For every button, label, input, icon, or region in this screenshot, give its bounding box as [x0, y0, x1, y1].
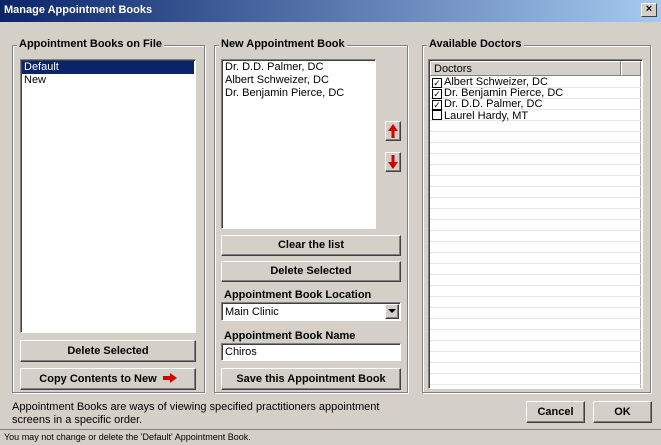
- table-row: [430, 253, 641, 264]
- ok-label: OK: [614, 406, 631, 418]
- new-book-doctors-list[interactable]: Dr. D.D. Palmer, DC Albert Schweizer, DC D…: [221, 59, 376, 229]
- name-label: Appointment Book Name: [224, 330, 356, 342]
- clear-list-label: Clear the list: [277, 239, 345, 251]
- footer-description: Appointment Books are ways of viewing sp…: [12, 401, 380, 426]
- window-title: Manage Appointment Books: [4, 4, 153, 16]
- table-row: [430, 176, 641, 187]
- doctor-name: Dr. D.D. Palmer, DC: [444, 98, 543, 110]
- table-row: [430, 187, 641, 198]
- delete-selected-button[interactable]: Delete Selected: [221, 261, 401, 282]
- list-item[interactable]: New: [22, 74, 194, 87]
- table-row: [430, 143, 641, 154]
- table-row: [430, 319, 641, 330]
- table-row: [430, 374, 641, 385]
- cancel-label: Cancel: [537, 406, 574, 418]
- doctor-checkbox[interactable]: ✓: [432, 100, 442, 110]
- delete-book-button[interactable]: Delete Selected: [20, 340, 196, 362]
- doctors-column-header[interactable]: Doctors: [430, 61, 621, 76]
- close-icon: ×: [645, 3, 653, 15]
- list-item[interactable]: Dr. Benjamin Pierce, DC: [223, 87, 374, 100]
- table-row: [430, 231, 641, 242]
- delete-book-label: Delete Selected: [67, 345, 149, 357]
- arrow-right-icon: [162, 373, 177, 383]
- table-row: [430, 209, 641, 220]
- list-item[interactable]: Albert Schweizer, DC: [223, 74, 374, 87]
- table-row: [430, 165, 641, 176]
- table-row: [430, 132, 641, 143]
- location-value: Main Clinic: [225, 306, 279, 318]
- copy-contents-label: Copy Contents to New: [39, 373, 157, 385]
- table-row[interactable]: ✓ Dr. D.D. Palmer, DC: [430, 99, 641, 110]
- doctor-checkbox[interactable]: ✓: [432, 89, 442, 99]
- chevron-down-icon: [388, 309, 396, 313]
- table-row: [430, 275, 641, 286]
- table-row: [430, 330, 641, 341]
- table-row: [430, 121, 641, 132]
- status-text: You may not change or delete the 'Defaul…: [4, 432, 251, 442]
- arrow-down-icon: [388, 155, 398, 169]
- doctor-checkbox[interactable]: ✓: [432, 78, 442, 88]
- name-input[interactable]: Chiros: [221, 343, 401, 361]
- location-label: Appointment Book Location: [224, 289, 372, 301]
- table-row: [430, 341, 641, 352]
- move-up-button[interactable]: [385, 121, 401, 141]
- copy-contents-button[interactable]: Copy Contents to New: [20, 368, 196, 390]
- table-row: [430, 154, 641, 165]
- grid-header-filler: [621, 61, 641, 76]
- arrow-up-icon: [388, 124, 398, 138]
- available-doctors-grid[interactable]: Doctors ✓ Albert Schweizer, DC ✓ Dr. Benjam…: [428, 59, 643, 389]
- delete-selected-label: Delete Selected: [270, 265, 352, 277]
- table-row: [430, 308, 641, 319]
- ok-button[interactable]: OK: [593, 401, 652, 423]
- available-doctors-legend: Available Doctors: [427, 38, 524, 50]
- close-button[interactable]: ×: [641, 3, 657, 17]
- list-item[interactable]: Dr. D.D. Palmer, DC: [223, 61, 374, 74]
- save-book-button[interactable]: Save this Appointment Book: [221, 368, 401, 390]
- clear-list-button[interactable]: Clear the list: [221, 235, 401, 256]
- books-list[interactable]: Default New: [20, 59, 196, 333]
- list-item[interactable]: Default: [22, 61, 194, 74]
- title-bar: Manage Appointment Books: [0, 0, 661, 22]
- table-row: [430, 264, 641, 275]
- location-dropdown-button[interactable]: [385, 304, 399, 319]
- table-row: [430, 297, 641, 308]
- books-on-file-legend: Appointment Books on File: [17, 38, 164, 50]
- table-row: [430, 220, 641, 231]
- save-book-label: Save this Appointment Book: [236, 373, 386, 385]
- status-bar: You may not change or delete the 'Defaul…: [0, 429, 661, 445]
- name-value: Chiros: [225, 346, 257, 358]
- location-select[interactable]: Main Clinic: [221, 302, 401, 321]
- table-row: [430, 286, 641, 297]
- new-book-legend: New Appointment Book: [219, 38, 347, 50]
- doctor-checkbox[interactable]: [432, 110, 442, 120]
- table-row: [430, 352, 641, 363]
- table-row: [430, 363, 641, 374]
- cancel-button[interactable]: Cancel: [526, 401, 585, 423]
- table-row: [430, 198, 641, 209]
- table-row[interactable]: Laurel Hardy, MT: [430, 110, 641, 122]
- table-row: [430, 242, 641, 253]
- move-down-button[interactable]: [385, 152, 401, 172]
- doctors-column-label: Doctors: [434, 63, 472, 75]
